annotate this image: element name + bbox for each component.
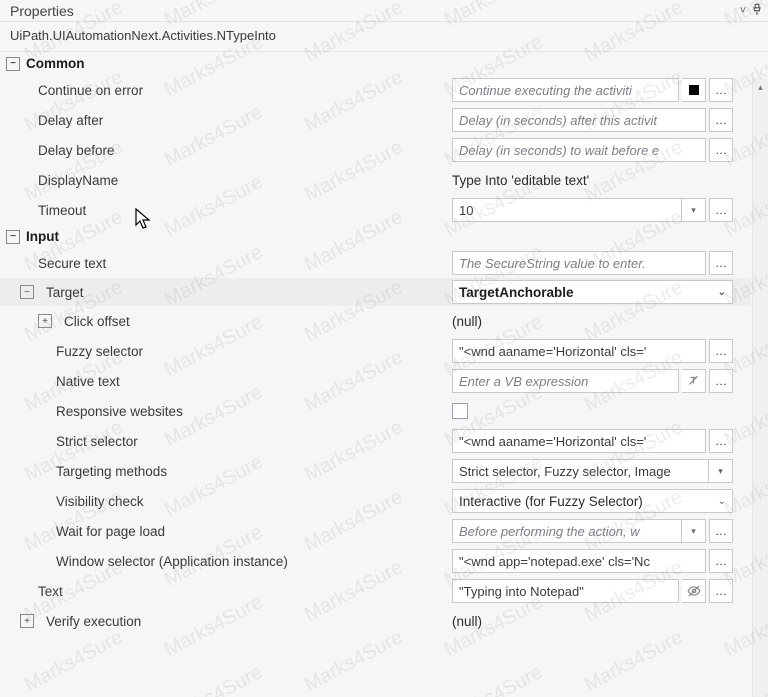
dropdown-button[interactable]: ▾ <box>682 198 706 222</box>
visibility-check-combo[interactable]: Interactive (for Fuzzy Selector) ⌄ <box>452 489 733 513</box>
group-common[interactable]: − Common <box>0 52 751 75</box>
label-wait-for-page-load: Wait for page load <box>56 524 452 539</box>
vertical-scrollbar[interactable]: ▴ <box>752 78 768 697</box>
label-text: Text <box>38 584 452 599</box>
native-text-input[interactable]: Enter a VB expression <box>452 369 679 393</box>
row-verify-execution: + Verify execution (null) <box>0 606 751 636</box>
label-display-name: DisplayName <box>38 173 452 188</box>
expand-icon[interactable]: + <box>20 614 34 628</box>
verify-execution-value[interactable]: (null) <box>452 614 482 629</box>
visibility-check-value: Interactive (for Fuzzy Selector) <box>459 494 643 509</box>
ellipsis-button[interactable]: … <box>709 198 733 222</box>
label-window-selector: Window selector (Application instance) <box>56 554 452 569</box>
activity-class-path: UiPath.UIAutomationNext.Activities.NType… <box>0 22 768 52</box>
row-delay-after: Delay after Delay (in seconds) after thi… <box>0 105 751 135</box>
scroll-up-icon[interactable]: ▴ <box>758 82 763 93</box>
chevron-down-icon[interactable]: ⌄ <box>718 287 726 298</box>
collapse-icon[interactable]: − <box>6 230 20 244</box>
row-display-name: DisplayName Type Into 'editable text' <box>0 165 751 195</box>
label-targeting-methods: Targeting methods <box>56 464 452 479</box>
label-strict-selector: Strict selector <box>56 434 452 449</box>
no-text-icon[interactable] <box>682 369 706 393</box>
row-targeting-methods: Targeting methods Strict selector, Fuzzy… <box>0 456 751 486</box>
click-offset-value[interactable]: (null) <box>452 314 482 329</box>
ellipsis-button[interactable]: … <box>709 369 733 393</box>
row-wait-for-page-load: Wait for page load Before performing the… <box>0 516 751 546</box>
label-delay-before: Delay before <box>38 143 452 158</box>
row-responsive-websites: Responsive websites <box>0 396 751 426</box>
row-click-offset: + Click offset (null) <box>0 306 751 336</box>
expand-icon[interactable]: + <box>38 314 52 328</box>
label-continue-on-error: Continue on error <box>38 83 452 98</box>
label-fuzzy-selector: Fuzzy selector <box>56 344 452 359</box>
collapse-chevron-icon[interactable]: ˅ <box>740 5 746 17</box>
filled-square-icon[interactable] <box>682 78 706 102</box>
chevron-down-icon[interactable]: ⌄ <box>718 496 726 507</box>
dropdown-button[interactable]: ▾ <box>682 519 706 543</box>
delay-before-input[interactable]: Delay (in seconds) to wait before e <box>452 138 706 162</box>
text-input[interactable]: "Typing into Notepad" <box>452 579 679 603</box>
pin-icon[interactable] <box>750 2 764 19</box>
row-timeout: Timeout 10 ▾ … <box>0 195 751 225</box>
strict-selector-input[interactable]: "<wnd aaname='Horizontal' cls=' <box>452 429 706 453</box>
dropdown-button[interactable]: ▾ <box>709 459 733 483</box>
ellipsis-button[interactable]: … <box>709 138 733 162</box>
ellipsis-button[interactable]: … <box>709 251 733 275</box>
label-responsive-websites: Responsive websites <box>56 404 452 419</box>
delay-after-input[interactable]: Delay (in seconds) after this activit <box>452 108 706 132</box>
ellipsis-button[interactable]: … <box>709 429 733 453</box>
group-label-common: Common <box>26 56 85 71</box>
row-native-text: Native text Enter a VB expression … <box>0 366 751 396</box>
group-input[interactable]: − Input <box>0 225 751 248</box>
target-value-combo[interactable]: TargetAnchorable ⌄ <box>452 280 733 304</box>
label-visibility-check: Visibility check <box>56 494 452 509</box>
label-delay-after: Delay after <box>38 113 452 128</box>
row-strict-selector: Strict selector "<wnd aaname='Horizontal… <box>0 426 751 456</box>
wait-for-page-load-input[interactable]: Before performing the action, w <box>452 519 682 543</box>
responsive-websites-checkbox[interactable] <box>452 403 468 419</box>
targeting-methods-input[interactable]: Strict selector, Fuzzy selector, Image <box>452 459 709 483</box>
continue-on-error-input[interactable]: Continue executing the activiti <box>452 78 679 102</box>
ellipsis-button[interactable]: … <box>709 108 733 132</box>
display-name-value[interactable]: Type Into 'editable text' <box>452 173 589 188</box>
property-list: − Common Continue on error Continue exec… <box>0 52 768 697</box>
window-selector-input[interactable]: "<wnd app='notepad.exe' cls='Nc <box>452 549 706 573</box>
ellipsis-button[interactable]: … <box>709 339 733 363</box>
row-window-selector: Window selector (Application instance) "… <box>0 546 751 576</box>
ellipsis-button[interactable]: … <box>709 519 733 543</box>
label-secure-text: Secure text <box>38 256 452 271</box>
label-verify-execution: Verify execution <box>46 614 141 629</box>
timeout-input[interactable]: 10 <box>452 198 682 222</box>
fuzzy-selector-input[interactable]: "<wnd aaname='Horizontal' cls=' <box>452 339 706 363</box>
eye-off-icon[interactable] <box>682 579 706 603</box>
row-continue-on-error: Continue on error Continue executing the… <box>0 75 751 105</box>
target-value: TargetAnchorable <box>459 285 574 300</box>
label-timeout: Timeout <box>38 203 452 218</box>
row-secure-text: Secure text The SecureString value to en… <box>0 248 751 278</box>
row-fuzzy-selector: Fuzzy selector "<wnd aaname='Horizontal'… <box>0 336 751 366</box>
group-label-input: Input <box>26 229 59 244</box>
label-native-text: Native text <box>56 374 452 389</box>
row-delay-before: Delay before Delay (in seconds) to wait … <box>0 135 751 165</box>
ellipsis-button[interactable]: … <box>709 579 733 603</box>
title-bar: Properties ˅ <box>0 0 768 22</box>
row-visibility-check: Visibility check Interactive (for Fuzzy … <box>0 486 751 516</box>
label-click-offset: Click offset <box>64 314 130 329</box>
ellipsis-button[interactable]: … <box>709 549 733 573</box>
secure-text-input[interactable]: The SecureString value to enter. <box>452 251 706 275</box>
ellipsis-button[interactable]: … <box>709 78 733 102</box>
properties-panel: Properties ˅ UiPath.UIAutomationNext.Act… <box>0 0 768 697</box>
collapse-icon[interactable]: − <box>6 57 20 71</box>
collapse-icon[interactable]: − <box>20 285 34 299</box>
row-text: Text "Typing into Notepad" … <box>0 576 751 606</box>
group-target[interactable]: − Target TargetAnchorable ⌄ <box>0 278 751 306</box>
group-label-target: Target <box>46 285 84 300</box>
panel-title: Properties <box>10 3 74 19</box>
